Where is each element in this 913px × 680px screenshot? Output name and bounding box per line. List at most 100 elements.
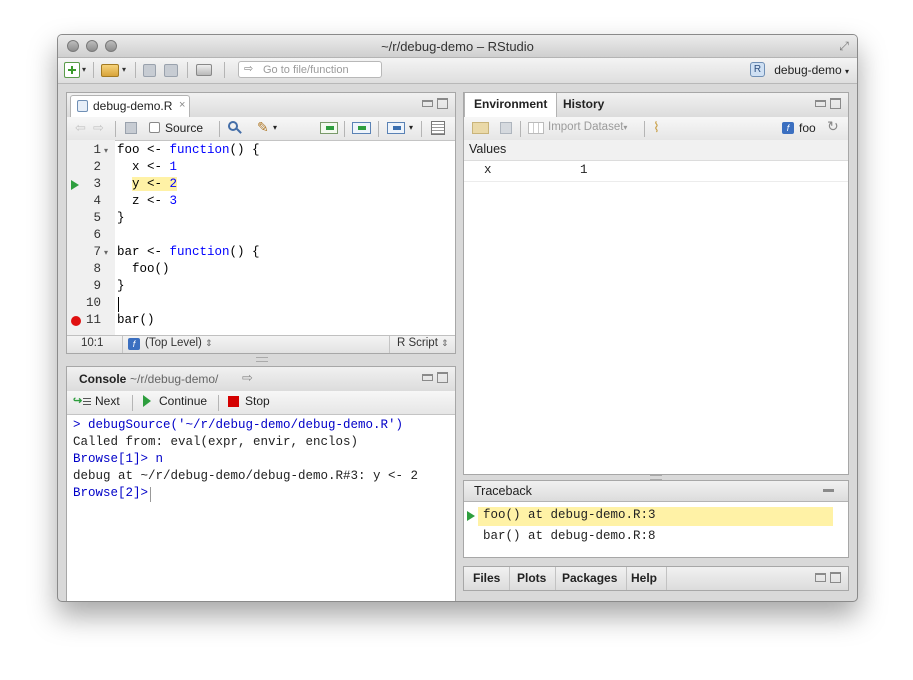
code-token: function xyxy=(169,143,230,157)
back-arrow-icon[interactable]: ⇦ xyxy=(75,120,86,136)
line-number: 7 xyxy=(93,245,101,259)
line-number: 2 xyxy=(93,160,101,174)
environment-selector[interactable]: foo xyxy=(799,121,816,135)
code-token: () { xyxy=(229,143,260,157)
maximize-pane-icon[interactable] xyxy=(830,572,841,583)
tab-history[interactable]: History xyxy=(554,93,613,116)
traceback-frame[interactable]: bar() at debug-demo.R:8 xyxy=(478,528,833,547)
next-button[interactable]: ↪ Next xyxy=(73,394,120,409)
line-number: 9 xyxy=(93,279,101,293)
outline-icon[interactable] xyxy=(431,121,445,135)
breakpoint-icon[interactable] xyxy=(71,316,81,326)
scope-selector[interactable]: (Top Level) ⇕ xyxy=(145,337,213,349)
source-tab[interactable]: debug-demo.R × xyxy=(70,95,190,117)
goto-directory-icon[interactable]: ⇨ xyxy=(242,370,253,386)
traceback-frame[interactable]: foo() at debug-demo.R:3 xyxy=(478,507,833,526)
new-file-icon[interactable] xyxy=(64,62,80,78)
fold-arrow-icon[interactable]: ▾ xyxy=(104,146,108,155)
minimize-pane-icon[interactable] xyxy=(815,100,826,107)
window-title: ~/r/debug-demo – RStudio xyxy=(381,39,534,54)
broom-icon[interactable]: ⌇ xyxy=(653,119,660,136)
splitter-grip[interactable] xyxy=(256,357,268,362)
source-tabbar: debug-demo.R × xyxy=(67,93,455,118)
files-pane: Files Plots Packages Help xyxy=(463,566,849,591)
environment-toolbar: Import Dataset▾ ⌇ f foo ↻ xyxy=(464,117,848,141)
debug-toolbar: ↪ Next Continue Stop xyxy=(67,391,455,415)
tab-help[interactable]: Help xyxy=(622,567,668,590)
save-all-icon[interactable] xyxy=(164,64,178,77)
open-folder-icon[interactable] xyxy=(101,64,119,77)
tab-packages[interactable]: Packages xyxy=(553,567,628,590)
stop-button[interactable]: Stop xyxy=(228,394,288,409)
save-workspace-icon[interactable] xyxy=(500,122,512,134)
console-pane: Console ~/r/debug-demo/ ⇨ ↪ Next Continu… xyxy=(66,366,456,601)
save-icon[interactable] xyxy=(143,64,156,77)
cursor-position: 10:1 xyxy=(81,337,104,349)
stop-label: Stop xyxy=(245,394,270,408)
project-menu[interactable]: debug-demo ▾ xyxy=(774,63,849,77)
variable-row[interactable]: x1 xyxy=(464,161,848,182)
import-dataset-label: Import Dataset xyxy=(548,121,624,133)
console-line: Browse[1]> n xyxy=(73,452,164,466)
maximize-pane-icon[interactable] xyxy=(437,98,448,109)
minimize-pane-icon[interactable] xyxy=(823,489,834,492)
minimize-pane-icon[interactable] xyxy=(422,100,433,107)
refresh-icon[interactable]: ↻ xyxy=(827,118,839,135)
main-toolbar: ▾ ▾ ⇨ Go to file/function R debug-demo ▾ xyxy=(58,58,857,84)
source-on-save-label: Source xyxy=(165,121,204,135)
play-icon xyxy=(143,395,151,407)
code-token: () { xyxy=(229,245,260,259)
traceback-pane: Traceback foo() at debug-demo.R:3 bar() a… xyxy=(463,480,849,558)
import-dataset-button[interactable]: Import Dataset▾ xyxy=(548,121,627,133)
close-icon[interactable]: × xyxy=(179,99,185,111)
code-token: x <- xyxy=(117,160,170,174)
filetype-selector[interactable]: R Script ⇕ xyxy=(397,337,449,349)
chevron-down-icon[interactable]: ▾ xyxy=(273,123,277,132)
tab-files[interactable]: Files xyxy=(464,567,511,590)
source-on-save-checkbox[interactable] xyxy=(149,122,160,133)
code-line: } xyxy=(117,211,125,225)
updown-icon: ⇕ xyxy=(205,338,213,348)
chevron-down-icon[interactable]: ▾ xyxy=(409,123,413,132)
tab-environment[interactable]: Environment xyxy=(464,93,558,117)
lines-icon xyxy=(83,398,91,399)
minimize-pane-icon[interactable] xyxy=(422,374,433,381)
rerun-icon[interactable] xyxy=(352,122,371,134)
next-label: Next xyxy=(95,394,120,408)
code-token: 2 xyxy=(169,177,178,191)
console-path: ~/r/debug-demo/ xyxy=(130,372,219,386)
maximize-pane-icon[interactable] xyxy=(437,372,448,383)
load-workspace-icon[interactable] xyxy=(472,122,489,134)
code-token: function xyxy=(169,245,230,259)
environment-pane: Environment History Import Dataset▾ ⌇ f … xyxy=(463,92,849,475)
tab-plots[interactable]: Plots xyxy=(508,567,557,590)
current-frame-arrow-icon xyxy=(467,511,475,521)
fullscreen-icon[interactable]: ⤢ xyxy=(837,39,851,53)
maximize-pane-icon[interactable] xyxy=(830,98,841,109)
goto-file-input[interactable]: ⇨ Go to file/function xyxy=(238,61,382,78)
code-line: foo() xyxy=(117,262,170,276)
environment-tabbar: Environment History xyxy=(464,93,848,118)
forward-arrow-icon[interactable]: ⇨ xyxy=(93,120,104,136)
traceback-title: Traceback xyxy=(474,484,532,498)
goto-arrow-icon: ⇨ xyxy=(244,63,254,75)
restore-pane-icon[interactable] xyxy=(815,573,826,582)
rstudio-window: ~/r/debug-demo – RStudio ⤢ ▾ ▾ ⇨ Go to f… xyxy=(57,34,858,602)
updown-icon: ⇕ xyxy=(441,338,449,348)
magic-wand-icon[interactable]: ✎ xyxy=(257,119,269,136)
code-token: 3 xyxy=(169,194,178,208)
fold-arrow-icon[interactable]: ▾ xyxy=(104,248,108,257)
console-line: debug at ~/r/debug-demo/debug-demo.R#3: … xyxy=(73,469,419,483)
run-line-icon[interactable] xyxy=(320,122,338,134)
traceback-frame-label: bar() at debug-demo.R:8 xyxy=(483,529,656,543)
current-line-arrow-icon xyxy=(71,180,79,190)
code-token: foo() xyxy=(117,262,170,276)
save-icon[interactable] xyxy=(125,122,137,134)
chevron-down-icon[interactable]: ▾ xyxy=(82,65,86,74)
variable-name: x xyxy=(484,163,492,177)
continue-button[interactable]: Continue xyxy=(143,394,223,409)
source-file-icon[interactable] xyxy=(387,122,405,134)
chevron-down-icon[interactable]: ▾ xyxy=(122,65,126,74)
print-icon[interactable] xyxy=(196,64,212,76)
